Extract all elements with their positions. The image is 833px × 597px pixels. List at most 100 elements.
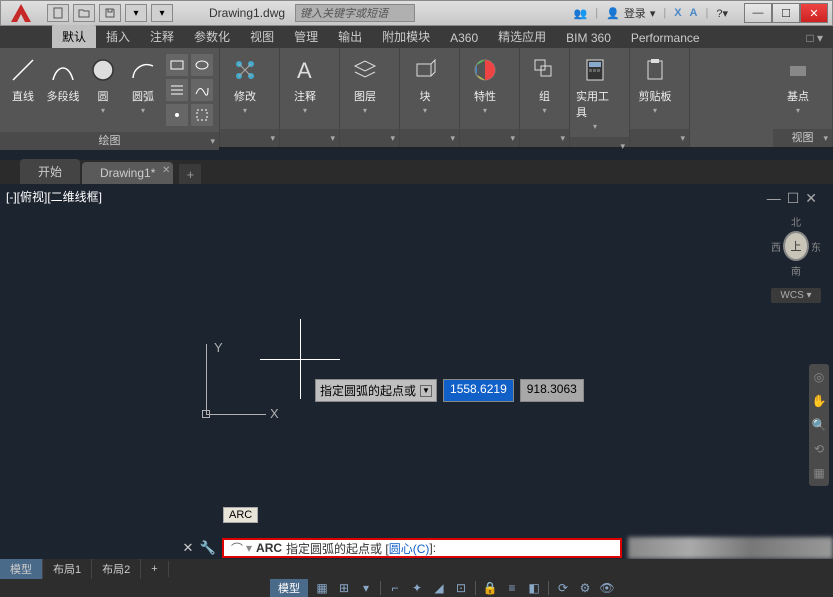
line-tool[interactable]: 直线 (4, 52, 42, 106)
clipboard-panel-title[interactable] (630, 129, 689, 147)
document-title: Drawing1.dwg (209, 6, 285, 20)
view-panel-title[interactable]: 视图 (773, 129, 832, 147)
model-space-button[interactable]: 模型 (270, 579, 308, 597)
infocenter-icon[interactable]: 👥 (574, 7, 588, 20)
ribbon-tab-default[interactable]: 默认 (52, 25, 96, 48)
close-tab-icon[interactable]: ✕ (162, 165, 170, 176)
modify-panel-title[interactable] (220, 129, 279, 147)
isolate-icon[interactable]: 👁 (599, 580, 615, 596)
cycling-icon[interactable]: ⟳ (555, 580, 571, 596)
isodraft-icon[interactable]: ◢ (431, 580, 447, 596)
nav-showmotion-icon[interactable]: ▦ (811, 466, 827, 480)
search-input[interactable]: 键入关键字或短语 (295, 4, 415, 22)
ribbon-tab-param[interactable]: 参数化 (184, 25, 240, 48)
close-button[interactable]: ✕ (800, 3, 828, 23)
workspace-icon[interactable]: ⚙ (577, 580, 593, 596)
dyn-dropdown-icon[interactable]: ▼ (420, 385, 432, 397)
saveas-icon[interactable]: ▾ (125, 4, 147, 22)
app-logo[interactable] (1, 0, 41, 26)
region-tool[interactable] (191, 104, 213, 126)
block-tool[interactable]: 块▾ (404, 52, 446, 117)
nav-zoom-icon[interactable]: 🔍 (811, 418, 827, 432)
layout1-tab[interactable]: 布局1 (43, 559, 92, 579)
lineweight-icon[interactable]: ≡ (504, 580, 520, 596)
vp-close-icon[interactable]: ✕ (805, 190, 817, 207)
polar-toggle-icon[interactable]: ✦ (409, 580, 425, 596)
view-cube[interactable]: 北 西 上 东 南 WCS ▾ (771, 214, 821, 303)
ribbon-tab-annotate[interactable]: 注释 (140, 25, 184, 48)
annoscale-icon[interactable]: 🔒 (482, 580, 498, 596)
maximize-button[interactable]: ☐ (772, 3, 800, 23)
nav-orbit-icon[interactable]: ⟲ (811, 442, 827, 456)
command-tooltip: ARC (223, 507, 258, 523)
annotate-panel-title[interactable] (280, 129, 339, 147)
ribbon-tab-performance[interactable]: Performance (621, 28, 710, 48)
layer-tool[interactable]: 图层▾ (344, 52, 386, 117)
wcs-dropdown[interactable]: WCS ▾ (771, 288, 821, 303)
group-tool[interactable]: 组▾ (524, 52, 565, 117)
group-panel-title[interactable] (520, 129, 569, 147)
properties-tool[interactable]: 特性▾ (464, 52, 506, 117)
snap-toggle-icon[interactable]: ⊞ (336, 580, 352, 596)
viewport-label[interactable]: [-][俯视][二维线框] (6, 188, 102, 205)
block-panel-title[interactable] (400, 129, 459, 147)
minimize-button[interactable]: — (744, 3, 772, 23)
ribbon-tab-bim360[interactable]: BIM 360 (556, 28, 621, 48)
command-line[interactable]: ⌒ ▾ ARC 指定圆弧的起点或 [圆心(C)]: (222, 538, 622, 558)
rect-tool[interactable] (166, 54, 188, 76)
open-icon[interactable] (73, 4, 95, 22)
text-tool[interactable]: A注释▾ (284, 52, 326, 117)
dynamic-y-input[interactable]: 918.3063 (520, 379, 584, 402)
spline-tool[interactable] (191, 79, 213, 101)
drawing-viewport[interactable]: [-][俯视][二维线框] — ☐ ✕ 北 西 上 东 南 WCS ▾ ◎ ✋ … (0, 184, 833, 514)
hatch-tool[interactable] (166, 79, 188, 101)
ribbon-tab-insert[interactable]: 插入 (96, 25, 140, 48)
save-icon[interactable] (99, 4, 121, 22)
osnap-toggle-icon[interactable]: ⊡ (453, 580, 469, 596)
ribbon-tab-a360[interactable]: A360 (440, 28, 488, 48)
active-drawing-tab[interactable]: Drawing1*✕ (82, 162, 173, 184)
point-tool[interactable] (166, 104, 188, 126)
start-tab[interactable]: 开始 (20, 159, 80, 184)
login-button[interactable]: 👤 登录 ▾ (606, 5, 655, 21)
vp-minimize-icon[interactable]: — (767, 190, 781, 207)
layer-panel-title[interactable] (340, 129, 399, 147)
new-tab-button[interactable]: + (179, 164, 201, 184)
clipboard-tool[interactable]: 剪贴板▾ (634, 52, 676, 117)
draw-panel-title[interactable]: 绘图 (0, 132, 219, 150)
view-base-tool[interactable]: 基点▾ (777, 52, 819, 117)
arc-tool[interactable]: 圆弧▾ (124, 52, 162, 117)
exchange-x-icon[interactable]: X (674, 7, 681, 19)
grid-toggle-icon[interactable]: ▦ (314, 580, 330, 596)
util-panel-title[interactable] (570, 137, 629, 147)
ribbon-minimize-icon[interactable]: □ ▾ (796, 28, 833, 48)
ribbon-tab-manage[interactable]: 管理 (284, 25, 328, 48)
circle-tool[interactable]: 圆▾ (84, 52, 122, 117)
ribbon-tab-view[interactable]: 视图 (240, 25, 284, 48)
ribbon-tab-featured[interactable]: 精选应用 (488, 25, 556, 48)
ellipse-tool[interactable] (191, 54, 213, 76)
dynamic-x-input[interactable]: 1558.6219 (443, 379, 514, 402)
new-icon[interactable] (47, 4, 69, 22)
viewcube-top[interactable]: 上 (783, 231, 809, 261)
util-tool[interactable]: 实用工具▾ (574, 52, 616, 133)
nav-pan-icon[interactable]: ✋ (811, 394, 827, 408)
layout2-tab[interactable]: 布局2 (92, 559, 141, 579)
nav-wheel-icon[interactable]: ◎ (811, 370, 827, 384)
model-tab[interactable]: 模型 (0, 559, 43, 579)
more-icon[interactable]: ▾ (358, 580, 374, 596)
modify-tool[interactable]: 修改▾ (224, 52, 266, 117)
exchange-a-icon[interactable]: A (690, 7, 698, 19)
ribbon-tab-addins[interactable]: 附加模块 (372, 25, 440, 48)
properties-panel-title[interactable] (460, 129, 519, 147)
vp-restore-icon[interactable]: ☐ (787, 190, 800, 207)
add-layout-button[interactable]: + (141, 561, 168, 577)
qat-more-icon[interactable]: ▾ (151, 4, 173, 22)
ortho-toggle-icon[interactable]: ⌐ (387, 580, 403, 596)
polyline-tool[interactable]: 多段线 (44, 52, 82, 106)
cmdline-custom-icon[interactable]: 🔧 (198, 538, 218, 558)
cmdline-close-icon[interactable]: ✕ (178, 538, 198, 558)
ribbon-tab-output[interactable]: 输出 (328, 25, 372, 48)
help-icon[interactable]: ?▾ (716, 7, 728, 20)
transparency-icon[interactable]: ◧ (526, 580, 542, 596)
